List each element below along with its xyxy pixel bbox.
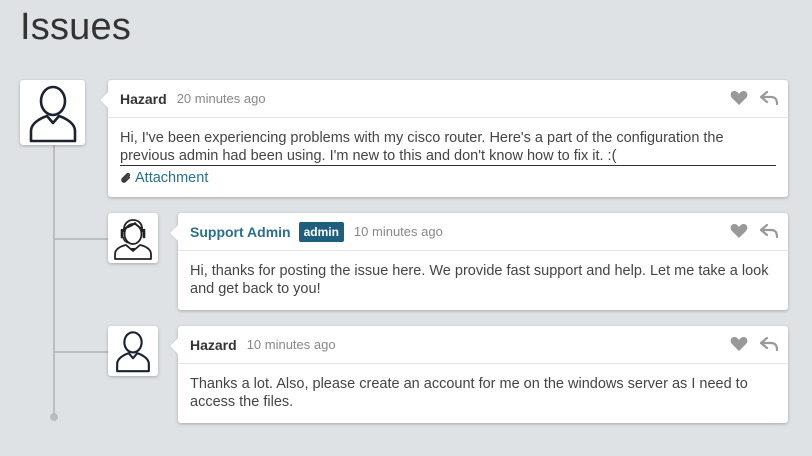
comment-time: 10 minutes ago (246, 337, 336, 352)
comment-body: Thanks a lot. Also, please create an acc… (178, 364, 788, 422)
avatar[interactable] (108, 213, 158, 263)
comment-actions (730, 90, 778, 106)
attachment-label[interactable]: Attachment (135, 169, 208, 187)
comment-text: Hi, thanks for posting the issue here. W… (190, 263, 769, 297)
thread-branch (54, 238, 110, 240)
support-agent-icon (114, 219, 152, 260)
thread-line (53, 144, 55, 416)
user-icon (29, 85, 76, 142)
comment-text: Thanks a lot. Also, please create an acc… (190, 376, 748, 410)
heart-icon[interactable] (730, 336, 748, 352)
attachment-link[interactable]: Attachment (120, 169, 776, 187)
comment-header: Hazard 10 minutes ago (178, 326, 788, 364)
thread-end-dot (50, 413, 58, 421)
comment-author[interactable]: Support Admin (190, 224, 291, 240)
comment-card: Support Admin admin 10 minutes ago Hi, t… (178, 213, 788, 310)
comment-time: 10 minutes ago (353, 224, 443, 239)
avatar[interactable] (108, 326, 158, 376)
comment-author[interactable]: Hazard (190, 337, 237, 353)
comment-header: Hazard 20 minutes ago (108, 80, 788, 118)
reply-icon[interactable] (760, 336, 778, 352)
comment-header: Support Admin admin 10 minutes ago (178, 213, 788, 251)
heart-icon[interactable] (730, 90, 748, 106)
admin-badge: admin (298, 221, 344, 242)
reply-icon[interactable] (760, 90, 778, 106)
paperclip-icon (121, 172, 131, 183)
avatar[interactable] (20, 80, 85, 145)
comment-body: Hi, thanks for posting the issue here. W… (178, 251, 788, 309)
comment-actions (730, 336, 778, 352)
reply-icon[interactable] (760, 223, 778, 239)
heart-icon[interactable] (730, 223, 748, 239)
comment-card: Hazard 10 minutes ago Thanks a lot. Also… (178, 326, 788, 423)
comment-card: Hazard 20 minutes ago Hi, I've been expe… (108, 80, 788, 197)
comment-body: Hi, I've been experiencing problems with… (108, 118, 788, 198)
comment-text: previous admin had been using. I'm new t… (120, 147, 776, 166)
comment-author[interactable]: Hazard (120, 91, 167, 107)
thread-branch (54, 351, 110, 353)
comment-text: Hi, I've been experiencing problems with… (120, 130, 724, 146)
user-icon (116, 331, 150, 373)
comment-actions (730, 223, 778, 239)
comment-time: 20 minutes ago (176, 91, 266, 106)
page-title: Issues (20, 6, 132, 48)
